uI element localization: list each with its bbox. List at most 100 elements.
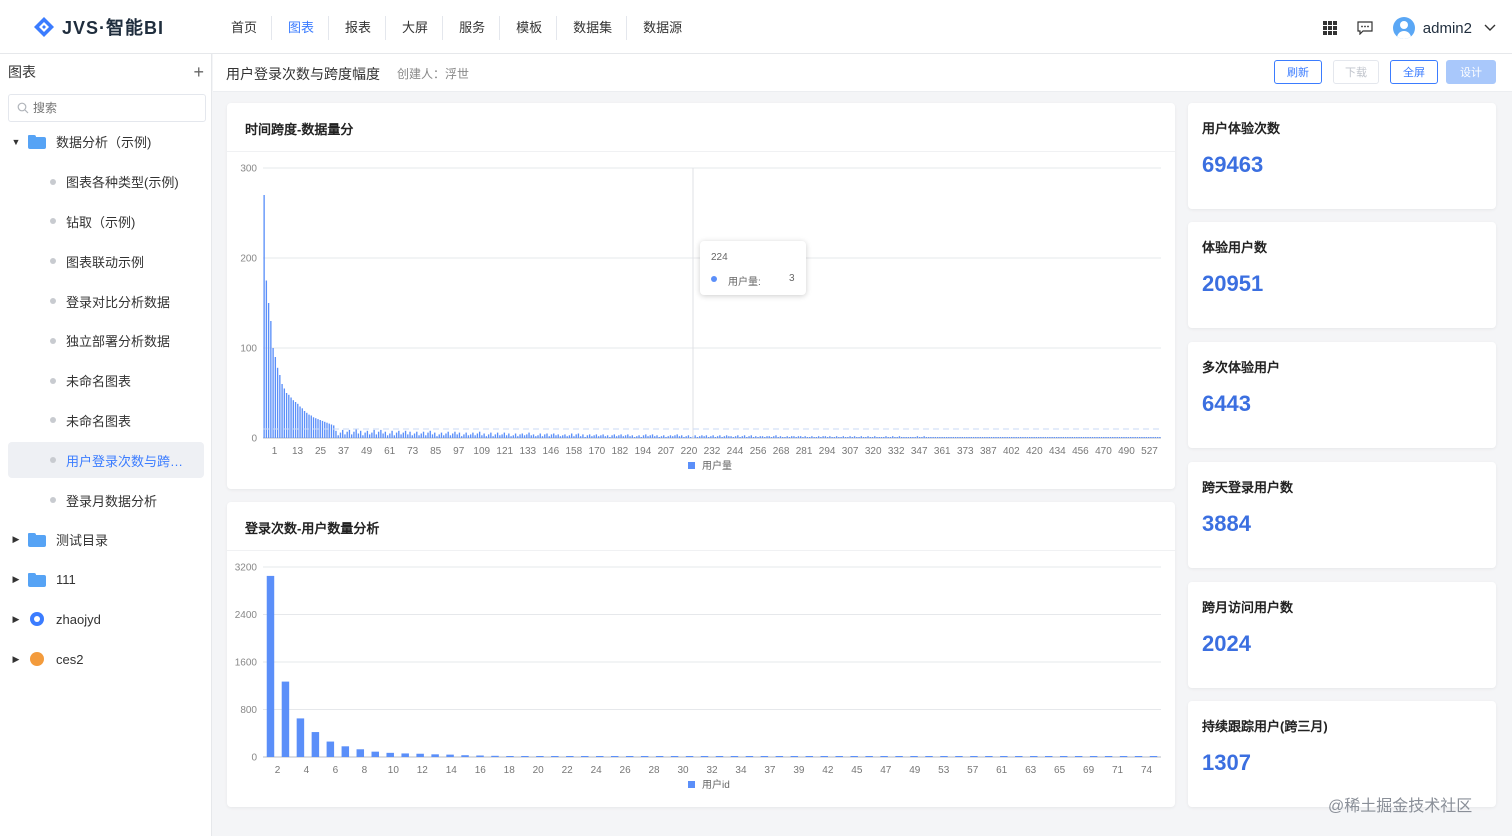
chart-bar — [1064, 437, 1067, 438]
nav-item[interactable]: 大屏 — [385, 16, 442, 40]
chart-bar — [898, 436, 901, 438]
chart-bar — [678, 436, 681, 438]
chart-bar — [741, 436, 743, 438]
nav-item[interactable]: 报表 — [328, 16, 385, 40]
download-button[interactable]: 下载 — [1333, 60, 1379, 84]
chart-bar — [1024, 437, 1026, 438]
apps-grid-icon[interactable] — [1322, 21, 1337, 35]
x-tick-label: 71 — [1112, 765, 1124, 776]
nav-item[interactable]: 数据集 — [556, 16, 626, 40]
fullscreen-button[interactable]: 全屏 — [1390, 60, 1438, 84]
chevron-down-icon[interactable] — [1484, 24, 1496, 32]
chart-bar — [925, 756, 933, 757]
chart-bar — [602, 434, 604, 438]
chart-bar — [550, 434, 553, 438]
chart-bar — [835, 436, 838, 438]
chart-bar — [930, 437, 932, 438]
chart-bar — [1020, 437, 1022, 438]
chart-bar — [398, 430, 400, 438]
tree-item-label: 未命名图表 — [66, 413, 132, 429]
caret-right-icon[interactable]: ▶ — [10, 654, 22, 665]
chart-bar — [274, 357, 277, 438]
chart-bar — [732, 437, 735, 438]
chart-bar — [943, 437, 946, 438]
nav-item[interactable]: 模板 — [499, 16, 556, 40]
chart-bar — [562, 435, 564, 438]
bullet-icon — [50, 178, 56, 185]
chart-bar — [826, 437, 829, 438]
caret-right-icon[interactable]: ▶ — [10, 534, 22, 545]
chart-bar — [784, 437, 786, 438]
chart-bar — [382, 433, 384, 438]
chart-bar — [447, 431, 449, 438]
chart-bar — [496, 432, 499, 438]
chart-bar — [517, 436, 519, 438]
tree-item[interactable]: 图表联动示例 — [0, 241, 212, 281]
chart-bar — [895, 756, 903, 757]
chart-bar — [642, 435, 645, 438]
stat-value: 6443 — [1202, 391, 1251, 416]
nav-item[interactable]: 图表 — [271, 16, 328, 40]
chart-bar — [611, 435, 613, 438]
tree-folder[interactable]: ▶ zhaojyd — [0, 600, 212, 640]
tooltip-dot — [711, 276, 717, 282]
chart-bar — [606, 435, 609, 438]
chart-bar — [1150, 437, 1152, 438]
app-logo[interactable]: JVS·智能BI — [32, 13, 164, 41]
nav-item[interactable]: 首页 — [215, 16, 271, 40]
search-box[interactable] — [8, 94, 206, 122]
user-avatar[interactable] — [1392, 17, 1415, 39]
tree-folder[interactable]: ▼ 数据分析（示例) — [0, 122, 212, 162]
tree-item-label: 数据分析（示例) — [56, 135, 152, 151]
x-tick-label: 220 — [681, 446, 698, 457]
caret-right-icon[interactable]: ▶ — [10, 574, 22, 585]
tree-item[interactable]: 独立部署分析数据 — [0, 321, 212, 361]
tree-item[interactable]: 登录月数据分析 — [0, 480, 212, 520]
tree-item[interactable]: 未命名图表 — [0, 361, 212, 401]
message-icon[interactable] — [1357, 21, 1373, 35]
chart-bar — [333, 425, 335, 438]
nav-item[interactable]: 数据源 — [626, 16, 696, 40]
design-button[interactable]: 设计 — [1446, 60, 1496, 84]
add-icon[interactable]: + — [193, 63, 204, 81]
chart-bar — [746, 437, 748, 438]
chart-bar — [921, 437, 923, 438]
x-tick-label: 25 — [315, 446, 327, 457]
chart-bar — [916, 436, 919, 438]
tree-item[interactable]: 未命名图表 — [0, 401, 212, 441]
chart-bar — [955, 756, 963, 757]
chart-bar — [348, 429, 351, 438]
chart-bar — [862, 437, 865, 438]
x-tick-label: 30 — [677, 765, 689, 776]
tree-folder[interactable]: ▶ ces2 — [0, 639, 212, 679]
chart-bar — [1087, 437, 1089, 438]
chart-bar — [932, 437, 934, 438]
chart-bar — [389, 433, 391, 438]
chart-bar — [353, 431, 355, 438]
tree-folder[interactable]: ▶ 111 — [0, 560, 212, 600]
tree-folder[interactable]: ▶ 测试目录 — [0, 520, 212, 560]
chart-bar — [970, 756, 978, 757]
folder-icon — [28, 532, 46, 547]
chart-bar — [476, 433, 479, 438]
chart-bar — [918, 437, 921, 438]
caret-down-icon[interactable]: ▼ — [10, 137, 22, 147]
chart-bar — [670, 756, 679, 757]
caret-right-icon[interactable]: ▶ — [10, 614, 22, 625]
chart-bar — [571, 433, 573, 438]
refresh-button[interactable]: 刷新 — [1274, 60, 1322, 84]
tree-item[interactable]: 登录对比分析数据 — [0, 281, 212, 321]
tree-item[interactable]: 钻取（示例) — [0, 202, 212, 242]
bar-chart: 0 100 200 300 1 13 25 37 49 61 73 85 97 109 121 133 146 1… — [240, 164, 1161, 472]
chart-bar — [760, 756, 769, 757]
chart-bar — [610, 756, 619, 757]
tree-item[interactable]: 用户登录次数与跨度幅度 — [0, 440, 212, 480]
x-tick-label: 232 — [704, 446, 721, 457]
username[interactable]: admin2 — [1423, 20, 1472, 37]
nav-item[interactable]: 服务 — [442, 16, 499, 40]
tree-item[interactable]: 图表各种类型(示例) — [0, 162, 212, 202]
chart-bar — [1134, 756, 1143, 757]
legend-label: 用户id — [702, 778, 730, 791]
chart-bar — [1145, 437, 1148, 438]
search-input[interactable] — [33, 101, 193, 115]
